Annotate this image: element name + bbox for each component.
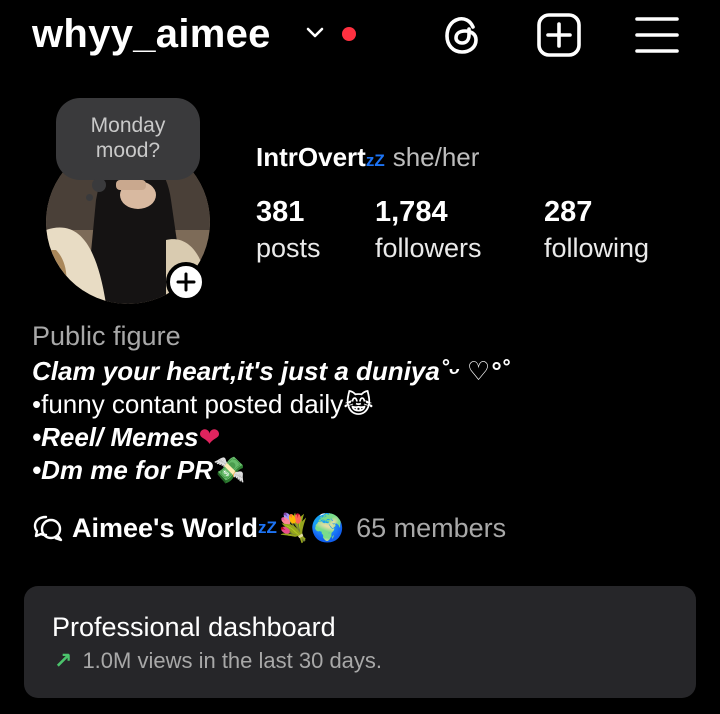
chevron-down-icon[interactable]: [304, 22, 326, 44]
note-line-1: Monday: [90, 114, 166, 137]
broadcast-channel[interactable]: Aimee's World zZ 💐🌍 65 members: [32, 512, 506, 544]
note-tail: [92, 178, 106, 192]
note-tail-small: [86, 194, 93, 201]
bio-line-text: •Reel/ Memes: [32, 422, 199, 452]
create-post-icon[interactable]: [536, 12, 582, 58]
stat-value: 287: [544, 196, 593, 228]
pronouns: she/her: [392, 142, 480, 172]
display-name: IntrOvert: [256, 142, 366, 172]
dashboard-views: 1.0M views in the last 30 days.: [82, 648, 383, 673]
dashboard-title: Professional dashboard: [52, 612, 336, 642]
red-heart-emoji: ❤: [198, 423, 221, 453]
bio-line-4: •Dm me for PR💸: [32, 454, 692, 488]
bio-line-1: Clam your heart,it's just a duniya˚ᵕ ♡°˚: [32, 355, 692, 388]
sleep-mark: zZ: [365, 151, 385, 170]
notification-dot: [342, 27, 356, 41]
bouquet-globe-emoji: 💐🌍: [276, 513, 345, 544]
trending-up-icon: ↗: [54, 648, 73, 673]
menu-icon[interactable]: [634, 12, 680, 58]
stat-value: 1,784: [375, 196, 448, 228]
bio-line-2: •funny contant posted daily😹: [32, 388, 692, 422]
stat-label: posts: [256, 233, 321, 263]
dashboard-subtitle: ↗ 1.0M views in the last 30 days.: [54, 648, 382, 674]
sleep-mark: zZ: [257, 518, 277, 537]
profile-category: Public figure: [32, 321, 181, 351]
plus-icon: [176, 272, 196, 292]
laughing-cat-emoji: 😹: [343, 390, 374, 420]
bio-line-text: •Dm me for PR: [32, 455, 214, 485]
stat-label: following: [544, 233, 650, 263]
professional-dashboard-card[interactable]: Professional dashboard ↗ 1.0M views in th…: [24, 586, 696, 698]
stat-label: followers: [375, 233, 482, 263]
stat-followers[interactable]: 1,784 followers: [375, 196, 482, 264]
top-bar: whyy_aimee: [0, 0, 720, 72]
chat-bubbles-icon: [33, 515, 63, 542]
channel-name: Aimee's World: [72, 512, 258, 543]
bio-line-3: •Reel/ Memes❤: [32, 421, 692, 455]
note-bubble[interactable]: Monday mood?: [56, 98, 200, 180]
money-wings-emoji: 💸: [213, 456, 246, 486]
threads-icon[interactable]: [440, 12, 486, 58]
channel-members: 65 members: [356, 512, 507, 543]
name-row: IntrOvertzZ she/her: [256, 142, 479, 173]
bio-line-text: Clam your heart,it's just a duniya˚ᵕ ♡°˚: [32, 356, 510, 386]
bio-line-text: •funny contant posted daily: [32, 389, 344, 419]
add-story-button[interactable]: [166, 262, 206, 302]
stat-following[interactable]: 287 following: [544, 196, 649, 264]
stat-posts[interactable]: 381 posts: [256, 196, 321, 264]
note-line-2: mood?: [95, 139, 161, 162]
account-username[interactable]: whyy_aimee: [32, 12, 271, 57]
stat-value: 381: [256, 196, 305, 228]
